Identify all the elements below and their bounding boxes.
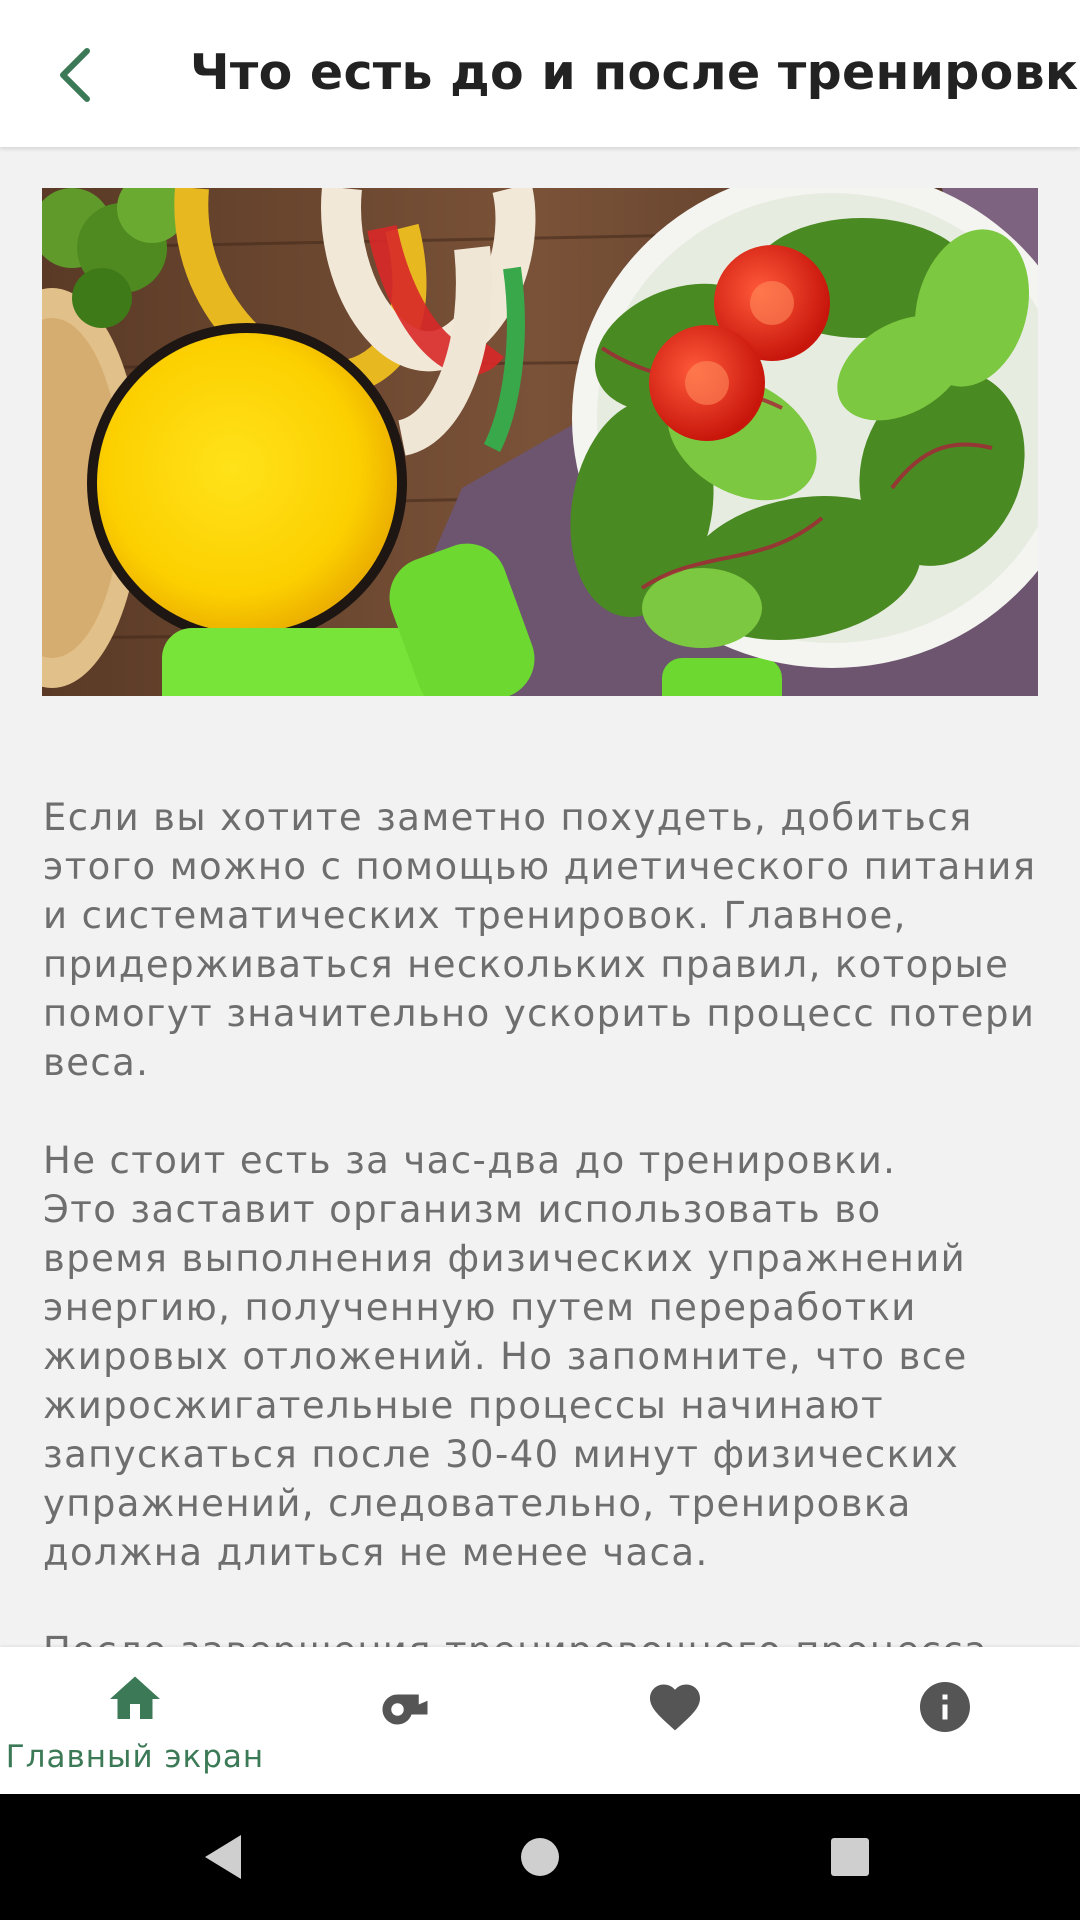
home-circle-icon[interactable]: [510, 1827, 570, 1887]
top-app-bar: Что есть до и после тренировки: [0, 0, 1080, 147]
nav-item-favorites[interactable]: [540, 1647, 810, 1794]
info-icon: [920, 1682, 970, 1732]
system-navigation-bar: [0, 1794, 1080, 1920]
back-button[interactable]: [30, 30, 120, 120]
whistle-icon: [382, 1694, 428, 1725]
bottom-navigation: Главный экран: [0, 1647, 1080, 1794]
recents-square-icon[interactable]: [820, 1827, 880, 1887]
article-paragraph: После завершения тренировочного процесса…: [43, 1629, 988, 1647]
nav-item-training[interactable]: [270, 1647, 540, 1794]
home-icon: [110, 1676, 160, 1719]
page-title: Что есть до и после тренировки: [190, 44, 1080, 101]
nav-item-home[interactable]: Главный экран: [0, 1647, 270, 1794]
article-scroll[interactable]: Если вы хотите заметно похудеть, добитьс…: [0, 147, 1080, 1647]
article-text: Если вы хотите заметно похудеть, добитьс…: [43, 744, 1043, 1647]
back-triangle-icon[interactable]: [195, 1827, 255, 1887]
chevron-left-icon: [60, 48, 90, 102]
nav-item-label: Главный экран: [5, 1739, 265, 1775]
article-paragraph: Если вы хотите заметно похудеть, добитьс…: [43, 796, 1037, 1084]
heart-icon: [650, 1684, 700, 1731]
food-photo: [42, 188, 1038, 696]
hero-image: [42, 188, 1038, 696]
nav-item-info[interactable]: [810, 1647, 1080, 1794]
screen: Что есть до и после тренировки Если вы х…: [0, 0, 1080, 1920]
article-paragraph: Не стоит есть за час-два до тренировки. …: [43, 1139, 968, 1574]
